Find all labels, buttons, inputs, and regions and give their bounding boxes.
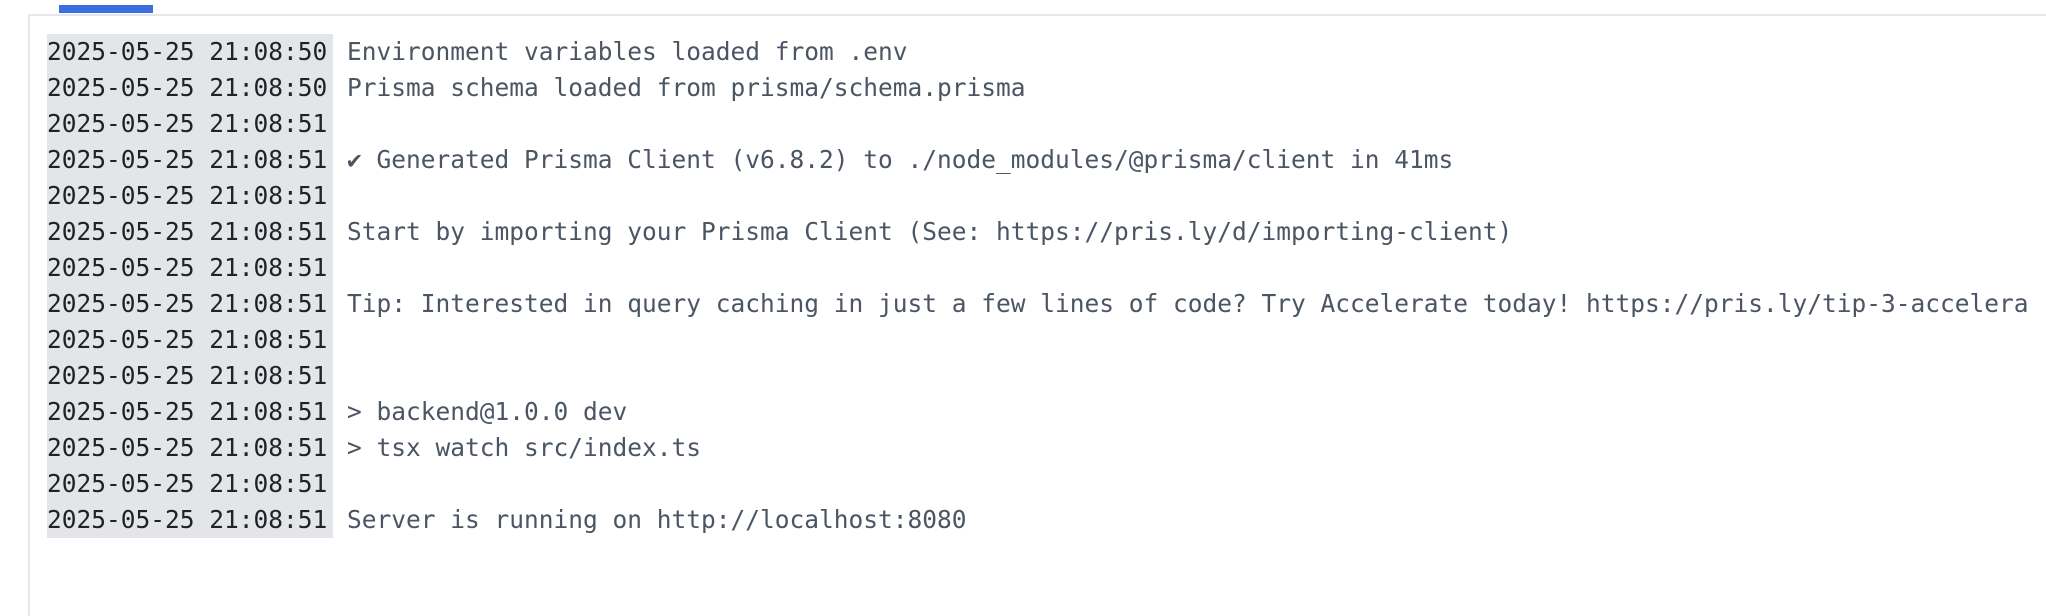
log-line: 2025-05-25 21:08:50 Prisma schema loaded… — [47, 70, 2029, 106]
log-timestamp: 2025-05-25 21:08:51 — [47, 142, 333, 178]
log-message: Prisma schema loaded from prisma/schema.… — [347, 73, 1026, 102]
log-timestamp: 2025-05-25 21:08:51 — [47, 466, 333, 502]
log-message: ✔ Generated Prisma Client (v6.8.2) to ./… — [347, 145, 1454, 174]
log-timestamp: 2025-05-25 21:08:51 — [47, 322, 333, 358]
log-timestamp: 2025-05-25 21:08:51 — [47, 178, 333, 214]
log-message — [333, 106, 347, 142]
log-message: > tsx watch src/index.ts — [347, 433, 702, 462]
log-line: 2025-05-25 21:08:51 Server is running on… — [47, 502, 2029, 538]
log-line: 2025-05-25 21:08:51 > backend@1.0.0 dev — [47, 394, 2029, 430]
log-message: Server is running on http://localhost:80… — [347, 505, 967, 534]
log-message: Start by importing your Prisma Client (S… — [347, 217, 1513, 246]
log-lines: 2025-05-25 21:08:50 Environment variable… — [47, 34, 2029, 538]
log-line: 2025-05-25 21:08:51 — [47, 322, 2029, 358]
log-line: 2025-05-25 21:08:51 — [47, 466, 2029, 502]
log-timestamp: 2025-05-25 21:08:51 — [47, 286, 333, 322]
log-timestamp: 2025-05-25 21:08:50 — [47, 34, 333, 70]
log-timestamp: 2025-05-25 21:08:51 — [47, 250, 333, 286]
log-line: 2025-05-25 21:08:50 Environment variable… — [47, 34, 2029, 70]
tab-bar — [0, 0, 2046, 15]
log-message — [333, 322, 347, 358]
log-message: Tip: Interested in query caching in just… — [347, 289, 2029, 318]
log-timestamp: 2025-05-25 21:08:51 — [47, 502, 333, 538]
log-line: 2025-05-25 21:08:51 — [47, 358, 2029, 394]
log-message — [333, 466, 347, 502]
log-line: 2025-05-25 21:08:51 — [47, 250, 2029, 286]
log-message: > backend@1.0.0 dev — [347, 397, 628, 426]
log-message — [333, 358, 347, 394]
log-message — [333, 178, 347, 214]
active-tab-indicator — [59, 5, 153, 13]
log-timestamp: 2025-05-25 21:08:51 — [47, 358, 333, 394]
log-timestamp: 2025-05-25 21:08:51 — [47, 394, 333, 430]
log-line: 2025-05-25 21:08:51 Start by importing y… — [47, 214, 2029, 250]
log-timestamp: 2025-05-25 21:08:51 — [47, 214, 333, 250]
log-timestamp: 2025-05-25 21:08:51 — [47, 430, 333, 466]
log-line: 2025-05-25 21:08:51 ✔ Generated Prisma C… — [47, 142, 2029, 178]
log-timestamp: 2025-05-25 21:08:51 — [47, 106, 333, 142]
log-message — [333, 250, 347, 286]
log-line: 2025-05-25 21:08:51 Tip: Interested in q… — [47, 286, 2029, 322]
log-timestamp: 2025-05-25 21:08:50 — [47, 70, 333, 106]
log-message: Environment variables loaded from .env — [347, 37, 908, 66]
log-line: 2025-05-25 21:08:51 > tsx watch src/inde… — [47, 430, 2029, 466]
log-output-panel[interactable]: 2025-05-25 21:08:50 Environment variable… — [28, 14, 2046, 616]
log-line: 2025-05-25 21:08:51 — [47, 106, 2029, 142]
log-line: 2025-05-25 21:08:51 — [47, 178, 2029, 214]
